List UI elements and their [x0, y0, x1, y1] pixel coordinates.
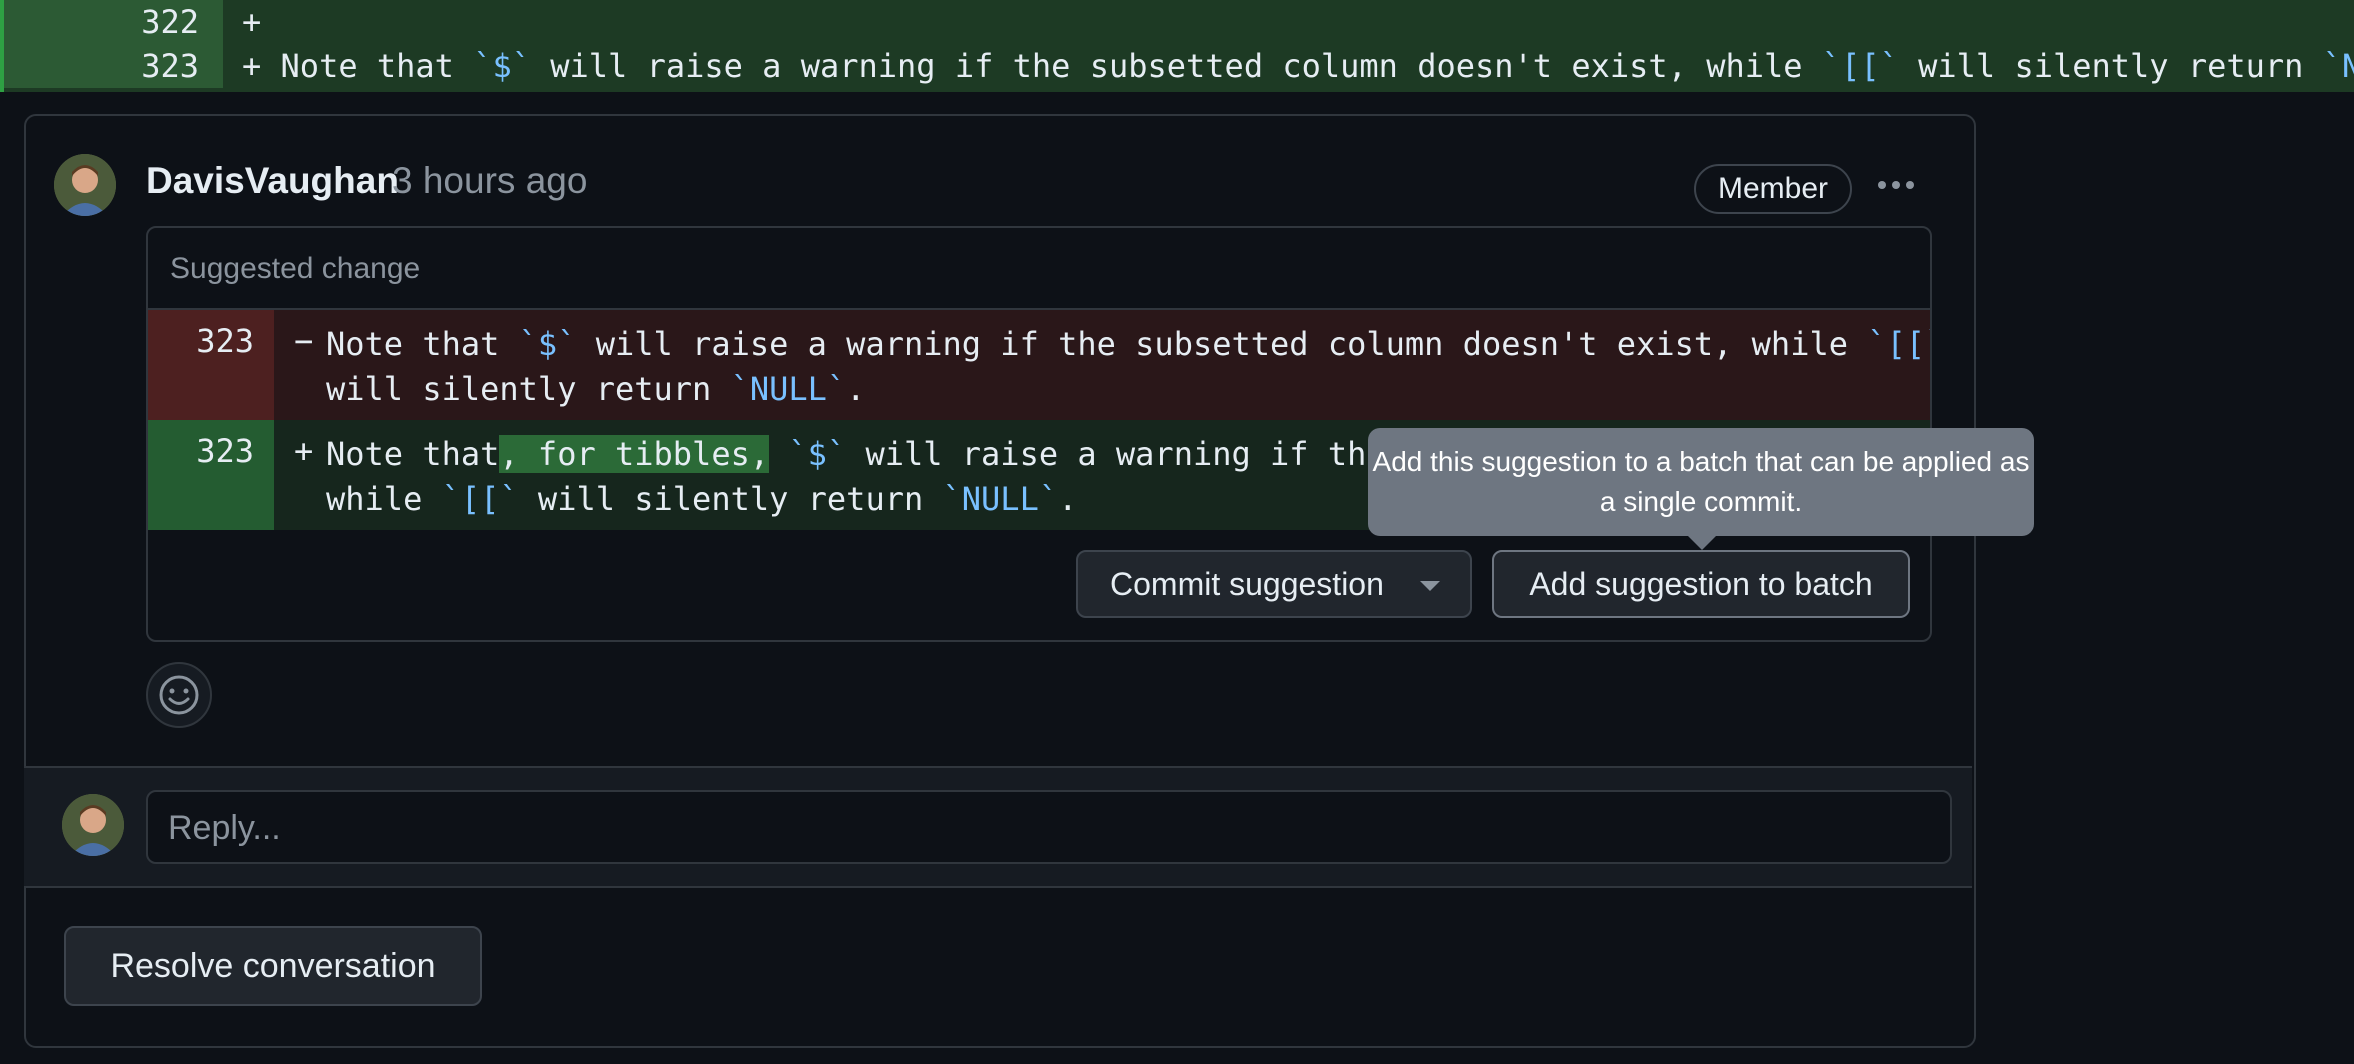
diff-context: 322 + 323 + Note that `$` will raise a w… [0, 0, 2354, 92]
member-badge: Member [1694, 164, 1852, 214]
text-part: Note that [280, 47, 474, 85]
text-part [769, 435, 788, 473]
text-part: will silently return [1898, 47, 2323, 85]
text-part: will raise a warning if the su [846, 435, 1444, 473]
text-part: . [1058, 480, 1078, 518]
text-part: will silently return [518, 480, 943, 518]
resolve-conversation-button[interactable]: Resolve conversation [64, 926, 482, 1006]
add-to-batch-button[interactable]: Add suggestion to batch [1492, 550, 1910, 618]
commit-suggestion-label: Commit suggestion [1110, 566, 1384, 602]
line-number-text: 322 [141, 3, 199, 41]
diff-sign: + [242, 47, 262, 85]
text-part: . [846, 370, 866, 408]
code-token: `[[` [441, 480, 519, 518]
diff-sign: + [242, 3, 262, 41]
text-part: Note that [326, 435, 500, 473]
suggestion-header-label: Suggested change [170, 252, 421, 285]
line-number: 322 [4, 0, 223, 44]
caret-down-icon[interactable] [1420, 581, 1440, 591]
code-token: `[[` [1867, 325, 1930, 363]
deleted-text: Note that `$` will raise a warning if th… [326, 322, 1930, 412]
diff-content: Note that `$` will raise a warning if th… [281, 47, 2354, 85]
text-part: Note that [326, 325, 519, 363]
code-token: `$` [788, 435, 847, 473]
tooltip: Add this suggestion to a batch that can … [1368, 428, 2034, 536]
text-part: will silently return [326, 370, 731, 408]
line-number: 323 [148, 310, 274, 420]
code-token: `NULL` [2322, 47, 2354, 85]
text-part: while [326, 480, 442, 518]
text-part: will raise a warning if the subsetted co… [530, 47, 1822, 85]
kebab-icon[interactable] [1878, 176, 1922, 196]
code-token: `NULL` [942, 480, 1059, 518]
smiley-icon[interactable] [146, 662, 212, 728]
code-token: `[[` [1821, 47, 1899, 85]
diff-line-text: + Note that `$` will raise a warning if … [242, 47, 2354, 85]
diff-sign: + [294, 432, 314, 470]
added-text: Note that, for tibbles, `$` will raise a… [326, 432, 1443, 522]
reply-input[interactable]: Reply... [146, 790, 1952, 864]
avatar[interactable] [62, 794, 124, 856]
line-number-text: 323 [196, 432, 254, 470]
avatar[interactable] [54, 154, 116, 216]
tooltip-arrow [1688, 536, 1716, 550]
commit-suggestion-button[interactable]: Commit suggestion [1076, 550, 1472, 618]
diff-line-323: 323 + Note that `$` will raise a warning… [0, 44, 2354, 88]
line-number: 323 [4, 44, 223, 88]
text-part: will raise a warning if the subsetted co… [576, 325, 1868, 363]
line-number-text: 323 [141, 47, 199, 85]
code-token: `$` [518, 325, 577, 363]
code-token: `NULL` [730, 370, 847, 408]
reply-placeholder: Reply... [168, 809, 281, 847]
suggestion-header: Suggested change [148, 228, 1930, 310]
line-number: 323 [148, 420, 274, 530]
code-token: `$` [473, 47, 531, 85]
line-number-text: 323 [196, 322, 254, 360]
comment-timestamp[interactable]: 3 hours ago [392, 160, 587, 202]
highlight-insertion: , for tibbles, [499, 435, 770, 473]
diff-line-text: + [242, 3, 261, 41]
author-name[interactable]: DavisVaughan [146, 160, 399, 202]
diff-line-322: 322 + [0, 0, 2354, 44]
diff-sign: − [294, 322, 314, 360]
deleted-line: 323 − Note that `$` will raise a warning… [148, 310, 1930, 420]
